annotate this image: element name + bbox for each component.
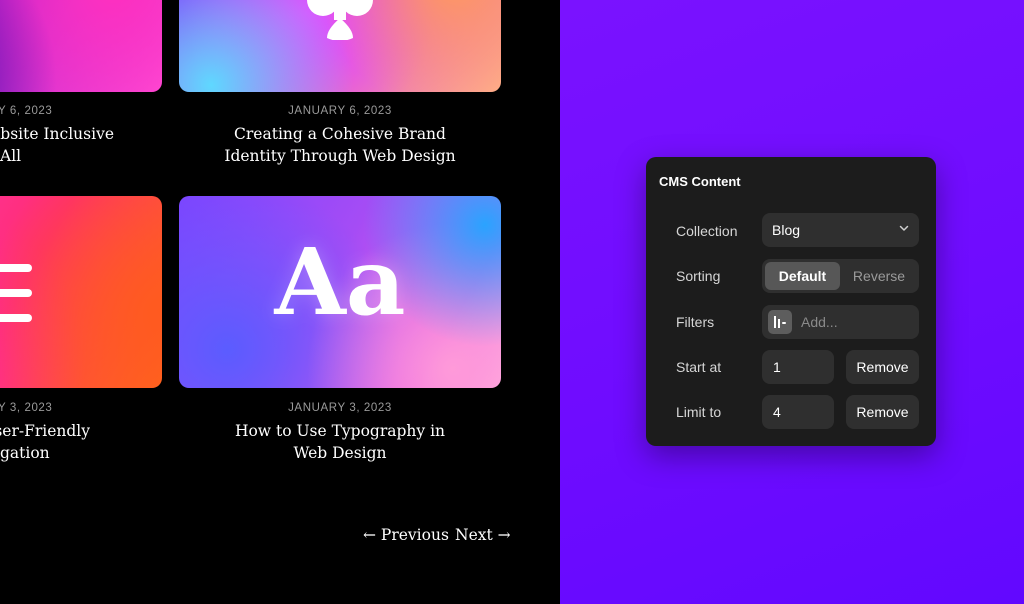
list-lines-icon	[0, 264, 32, 339]
post-title[interactable]: ser-Friendly gation	[0, 420, 90, 464]
post-title-line: gation	[0, 444, 50, 462]
collection-label: Collection	[676, 223, 738, 239]
blog-grid: y Aa Y 6, 2023 ebsite Inclusive All JANU…	[0, 0, 560, 604]
post-date: Y 3, 2023	[0, 402, 53, 414]
post-card-image[interactable]: Aa	[179, 196, 501, 388]
post-title-line: Identity Through Web Design	[224, 147, 456, 165]
limit-to-label: Limit to	[676, 404, 722, 420]
post-date: Y 6, 2023	[0, 105, 53, 117]
sort-default-option[interactable]: Default	[765, 262, 840, 290]
start-at-value: 1	[773, 359, 781, 375]
drop-icon	[307, 0, 373, 40]
collection-value: Blog	[772, 222, 801, 238]
filters-field[interactable]: Add...	[762, 305, 919, 339]
start-at-remove-button[interactable]: Remove	[846, 350, 919, 384]
filter-icon[interactable]	[768, 310, 792, 334]
panel-title: CMS Content	[659, 174, 741, 189]
post-title[interactable]: How to Use Typography in Web Design	[179, 420, 501, 464]
post-card-image[interactable]: y	[0, 0, 162, 92]
post-title-line: Web Design	[293, 444, 387, 462]
filters-placeholder: Add...	[801, 314, 838, 330]
post-date: JANUARY 3, 2023	[288, 402, 392, 414]
start-at-label: Start at	[676, 359, 722, 375]
limit-to-input[interactable]: 4	[762, 395, 834, 429]
filters-label: Filters	[676, 314, 715, 330]
sort-reverse-option[interactable]: Reverse	[842, 262, 916, 290]
next-page-link[interactable]: Next →	[455, 526, 511, 544]
limit-to-remove-button[interactable]: Remove	[846, 395, 919, 429]
sorting-label: Sorting	[676, 268, 721, 284]
post-date: JANUARY 6, 2023	[288, 105, 392, 117]
typography-glyph: Aa	[274, 228, 406, 336]
post-card-image[interactable]	[0, 196, 162, 388]
post-title-line: Creating a Cohesive Brand	[234, 125, 446, 143]
previous-page-link[interactable]: ← Previous	[363, 526, 449, 544]
cms-content-panel: CMS Content Collection Blog Sorting Defa…	[646, 157, 936, 446]
post-title-line: ser-Friendly	[0, 422, 90, 440]
sorting-segmented-control: Default Reverse	[762, 259, 919, 293]
post-title[interactable]: ebsite Inclusive All	[0, 123, 114, 167]
post-title-line: ebsite Inclusive	[0, 125, 114, 143]
chevron-down-icon	[899, 225, 909, 231]
post-title-line: How to Use Typography in	[234, 422, 446, 440]
post-title-line: All	[0, 147, 22, 165]
collection-select[interactable]: Blog	[762, 213, 919, 247]
start-at-input[interactable]: 1	[762, 350, 834, 384]
post-card-image[interactable]	[179, 0, 501, 92]
post-title[interactable]: Creating a Cohesive Brand Identity Throu…	[179, 123, 501, 167]
limit-to-value: 4	[773, 404, 781, 420]
